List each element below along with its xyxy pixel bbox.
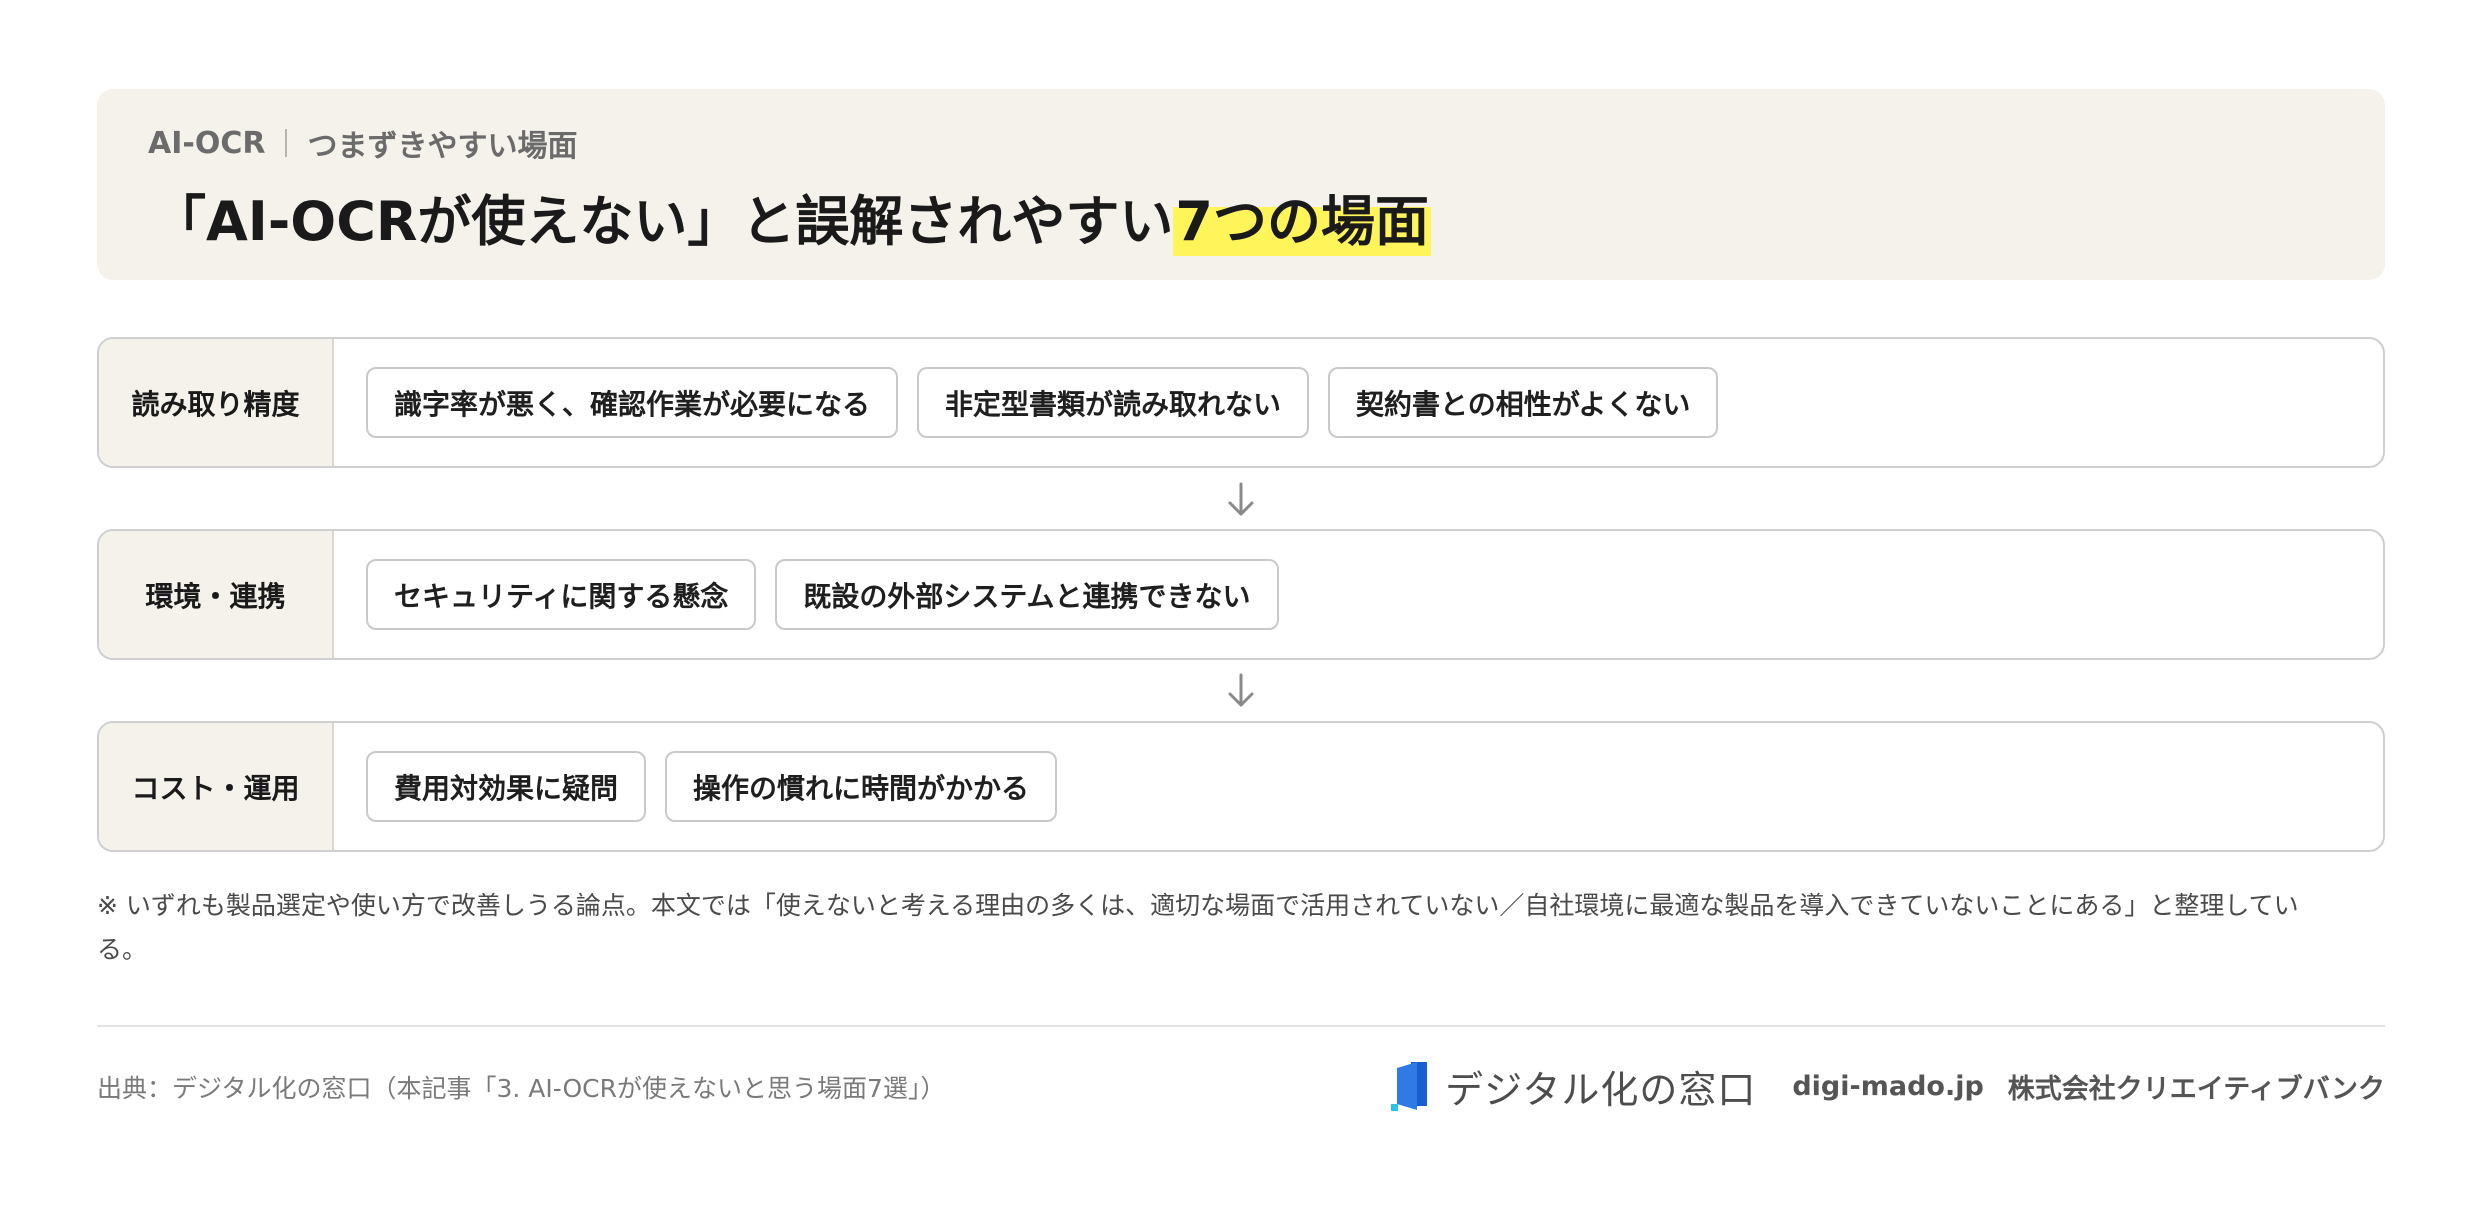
item-chip: 既設の外部システムと連携できない xyxy=(775,559,1279,630)
brand-domain: digi-mado.jp xyxy=(1792,1070,1984,1102)
item-chip: 費用対効果に疑問 xyxy=(366,751,647,822)
category-row-environment-integration: 環境・連携 セキュリティに関する懸念 既設の外部システムと連携できない xyxy=(97,529,2385,660)
kicker-subtitle: つまずきやすい場面 xyxy=(307,129,578,164)
brand-name: デジタル化の窓口 xyxy=(1445,1067,1757,1112)
page-title: 「AI-OCRが使えない」と誤解されやすい 7つの場面 xyxy=(152,176,1431,256)
brand-company: 株式会社クリエイティブバンク xyxy=(2007,1073,2385,1105)
footnote: ※ いずれも製品選定や使い方で改善しうる論点。本文では「使えないと考える理由の多… xyxy=(97,891,2299,964)
page-title-main: 「AI-OCRが使えない」と誤解されやすい xyxy=(152,189,1174,253)
category-label: 環境・連携 xyxy=(99,531,334,658)
page-title-highlight: 7つの場面 xyxy=(1173,176,1431,256)
category-label: 読み取り精度 xyxy=(99,339,334,466)
category-label: コスト・運用 xyxy=(99,723,334,850)
item-chip: 識字率が悪く、確認作業が必要になる xyxy=(366,367,899,438)
item-chip: 契約書との相性がよくない xyxy=(1328,367,1719,438)
category-row-reading-accuracy: 読み取り精度 識字率が悪く、確認作業が必要になる 非定型書類が読み取れない 契約… xyxy=(97,337,2385,468)
item-chip: 操作の慣れに時間がかかる xyxy=(665,751,1058,822)
kicker-separator xyxy=(285,129,288,157)
arrow-down-icon xyxy=(1228,673,1254,707)
item-chip: 非定型書類が読み取れない xyxy=(917,367,1310,438)
source-credit: 出典：デジタル化の窓口（本記事「3. AI-OCRが使えないと思う場面7選」） xyxy=(97,1074,946,1103)
category-row-cost-operation: コスト・運用 費用対効果に疑問 操作の慣れに時間がかかる xyxy=(97,721,2385,852)
category-items: セキュリティに関する懸念 既設の外部システムと連携できない xyxy=(366,531,1298,658)
brand-block: デジタル化の窓口 digi-mado.jp 株式会社クリエイティブバンク xyxy=(1389,1056,2385,1116)
kicker: AI-OCR つまずきやすい場面 xyxy=(148,119,577,167)
category-items: 識字率が悪く、確認作業が必要になる 非定型書類が読み取れない 契約書との相性がよ… xyxy=(366,339,1737,466)
footer-divider xyxy=(97,1025,2385,1027)
kicker-topic: AI-OCR xyxy=(148,125,266,161)
window-logo-icon xyxy=(1391,1062,1428,1111)
header-card: AI-OCR つまずきやすい場面 「AI-OCRが使えない」と誤解されやすい 7つ… xyxy=(97,89,2385,280)
item-chip: セキュリティに関する懸念 xyxy=(366,559,757,630)
category-items: 費用対効果に疑問 操作の慣れに時間がかかる xyxy=(366,723,1076,850)
arrow-down-icon xyxy=(1228,482,1254,516)
